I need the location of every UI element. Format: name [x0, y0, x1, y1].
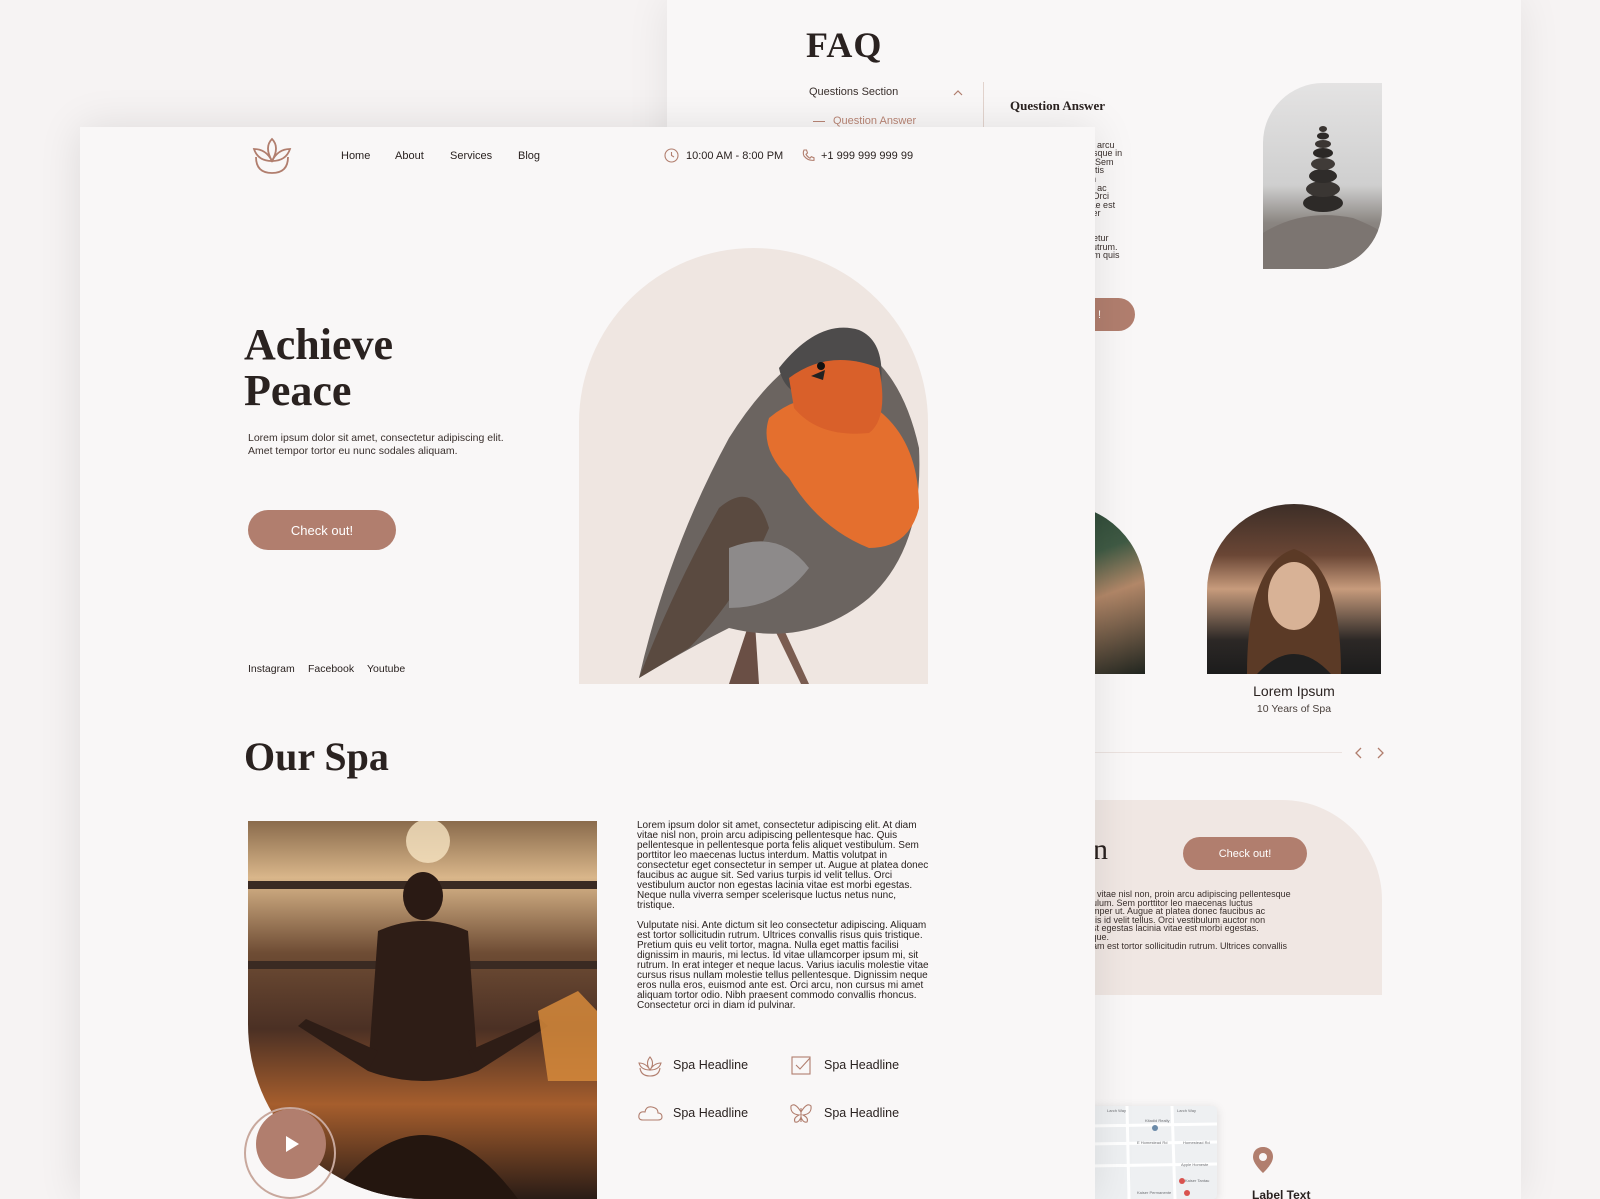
cta-check-out-button[interactable]: Check out!	[1183, 837, 1307, 870]
hero-check-out-button[interactable]: Check out!	[248, 510, 396, 550]
team-member-name: Lorem Ipsum	[1253, 683, 1335, 699]
social-link-instagram[interactable]: Instagram	[248, 663, 295, 675]
nav-link-home[interactable]: Home	[341, 150, 370, 162]
map-street-label: Larch Way	[1107, 1108, 1126, 1113]
spa-feature-label: Spa Headline	[673, 1106, 749, 1120]
chevron-right-icon[interactable]	[1373, 745, 1387, 761]
play-video-button[interactable]	[256, 1109, 326, 1179]
spa-feature-label: Spa Headline	[824, 1106, 900, 1120]
faq-question-label: Question Answer	[833, 115, 917, 127]
spa-feature: Spa Headline	[788, 1052, 899, 1078]
cta-heading: n	[1093, 833, 1108, 866]
lotus-icon	[638, 1056, 662, 1077]
map-place-label: Apple Homeste	[1181, 1162, 1209, 1167]
opening-hours: 10:00 AM - 8:00 PM	[686, 150, 784, 162]
butterfly-icon	[790, 1104, 812, 1123]
faq-title: FAQ	[806, 25, 883, 65]
faq-cta-button-label: !	[1097, 308, 1101, 321]
faq-section-toggle-label[interactable]: Questions Section	[809, 86, 898, 98]
map-place-label: Kitadid Really	[1145, 1118, 1170, 1123]
location-pin-icon	[1253, 1147, 1273, 1173]
faq-question-item[interactable]: Question Answer	[813, 115, 916, 127]
team-member-role: 10 Years of Spa	[1256, 703, 1332, 715]
map-street-label: Homestead Rd	[1183, 1140, 1210, 1145]
nav-link-blog[interactable]: Blog	[518, 150, 540, 162]
our-spa-title: Our Spa	[244, 734, 389, 779]
team-member-photo	[1207, 504, 1381, 674]
hero-title-line: Achieve	[244, 320, 394, 369]
location-map[interactable]: Larch Way Larch Way Kitadid Really E Hom…	[1087, 1106, 1217, 1199]
chevron-up-icon[interactable]	[951, 86, 965, 100]
map-street-label: E Homestead Rd	[1137, 1140, 1168, 1145]
faq-answer-title: Question Answer	[1010, 98, 1105, 113]
spa-description: Vulputate nisi. Ante dictum sit leo cons…	[637, 920, 929, 1011]
stacked-stones-image	[1263, 83, 1382, 269]
spa-feature: Spa Headline	[637, 1100, 748, 1126]
location-label: Label Text	[1252, 1188, 1311, 1199]
hero-subtitle: Amet tempor tortor eu nunc sodales aliqu…	[248, 445, 458, 457]
chevron-left-icon[interactable]	[1352, 745, 1366, 761]
phone-number[interactable]: +1 999 999 999 99	[821, 150, 913, 162]
nav-link-services[interactable]: Services	[450, 150, 492, 162]
nav-link-about[interactable]: About	[395, 150, 424, 162]
landing-page-card: Home About Services Blog 10:00 AM - 8:00…	[80, 127, 1095, 1199]
checkbox-icon	[791, 1056, 811, 1075]
map-place-label: Kaiser Tantau	[1185, 1178, 1210, 1183]
hero-title-line: Peace	[244, 366, 352, 415]
social-link-facebook[interactable]: Facebook	[308, 663, 354, 675]
spa-feature-label: Spa Headline	[673, 1058, 749, 1072]
hero-title: Achieve Peace	[244, 322, 393, 414]
lotus-logo-icon[interactable]	[250, 135, 294, 175]
spa-feature: Spa Headline	[637, 1052, 748, 1078]
play-icon	[286, 1136, 299, 1152]
map-place-label: Kaiser Permanente	[1137, 1190, 1172, 1195]
cta-text: m vitae nisl non, proin arcu adipiscing …	[1087, 889, 1291, 942]
spa-feature-label: Spa Headline	[824, 1058, 900, 1072]
cta-text: uam est tortor sollicitudin rutrum. Ultr…	[1087, 941, 1288, 951]
clock-icon	[664, 148, 679, 163]
spa-feature: Spa Headline	[788, 1100, 899, 1126]
hero-image-arch	[579, 248, 928, 684]
robin-bird-image	[639, 327, 920, 684]
hero-subtitle: Lorem ipsum dolor sit amet, consectetur …	[248, 432, 504, 444]
social-link-youtube[interactable]: Youtube	[367, 663, 405, 675]
dash-icon	[813, 120, 825, 122]
phone-icon	[802, 149, 815, 161]
map-street-label: Larch Way	[1177, 1108, 1196, 1113]
cloud-icon	[638, 1106, 663, 1121]
spa-description: Lorem ipsum dolor sit amet, consectetur …	[637, 820, 929, 911]
